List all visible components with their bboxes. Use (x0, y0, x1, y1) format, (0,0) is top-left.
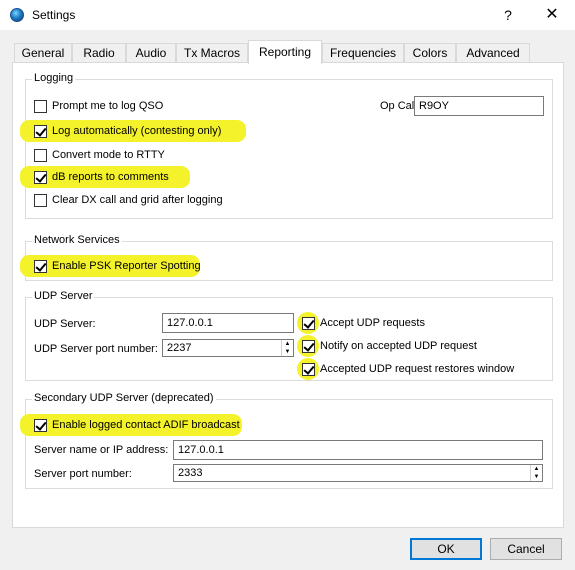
tab-general[interactable]: General (14, 43, 72, 63)
checkbox-box[interactable] (34, 124, 47, 138)
checkbox-label: Prompt me to log QSO (52, 100, 164, 112)
notify-accepted-checkbox[interactable]: Notify on accepted UDP request (302, 338, 477, 354)
udp-port-spinbox[interactable]: 2237 ▲ ▼ (162, 339, 294, 357)
checkbox-label: Enable PSK Reporter Spotting (52, 260, 201, 272)
spin-down-icon[interactable]: ▼ (282, 348, 293, 356)
spin-down-icon[interactable]: ▼ (531, 473, 542, 481)
checkbox-label: Accepted UDP request restores window (320, 363, 515, 375)
app-globe-icon (10, 8, 24, 22)
checkbox-box[interactable] (34, 99, 47, 113)
prompt-log-qso-checkbox[interactable]: Prompt me to log QSO (34, 98, 163, 114)
udp-server-input[interactable]: 127.0.0.1 (162, 313, 294, 333)
tab-colors[interactable]: Colors (404, 43, 456, 63)
restore-window-checkbox[interactable]: Accepted UDP request restores window (302, 361, 514, 377)
secondary-port-spinbox[interactable]: 2333 ▲ ▼ (173, 464, 543, 482)
udp-server-title: UDP Server (32, 290, 95, 302)
tab-tx-macros[interactable]: Tx Macros (176, 43, 248, 63)
close-button[interactable]: ✕ (540, 5, 564, 25)
tab-reporting[interactable]: Reporting (248, 40, 322, 64)
checkbox-box[interactable] (34, 418, 47, 432)
checkbox-box[interactable] (302, 339, 315, 353)
secondary-udp-title: Secondary UDP Server (deprecated) (32, 392, 216, 404)
udp-server-label: UDP Server: (34, 318, 96, 330)
udp-server-group: UDP Server UDP Server: 127.0.0.1 UDP Ser… (25, 290, 553, 381)
tab-audio[interactable]: Audio (126, 43, 176, 63)
checkbox-label: Enable logged contact ADIF broadcast (52, 419, 240, 431)
checkbox-box[interactable] (34, 148, 47, 162)
secondary-server-label: Server name or IP address: (34, 444, 169, 456)
checkbox-box[interactable] (302, 362, 315, 376)
network-services-group: Network Services Enable PSK Reporter Spo… (20, 234, 553, 281)
udp-port-value: 2237 (167, 342, 192, 354)
secondary-server-input[interactable]: 127.0.0.1 (173, 440, 543, 460)
accept-udp-checkbox[interactable]: Accept UDP requests (302, 315, 425, 331)
psk-reporter-checkbox[interactable]: Enable PSK Reporter Spotting (34, 258, 201, 274)
checkbox-label: Clear DX call and grid after logging (52, 194, 223, 206)
tab-radio[interactable]: Radio (72, 43, 126, 63)
clear-dx-checkbox[interactable]: Clear DX call and grid after logging (34, 192, 223, 208)
logging-group-title: Logging (32, 72, 76, 84)
checkbox-label: Log automatically (contesting only) (52, 125, 222, 137)
checkbox-label: Convert mode to RTTY (52, 149, 165, 161)
cancel-button[interactable]: Cancel (490, 538, 562, 560)
checkbox-box[interactable] (34, 193, 47, 207)
checkbox-box[interactable] (34, 170, 47, 184)
log-automatically-checkbox[interactable]: Log automatically (contesting only) (34, 123, 221, 139)
spin-arrows[interactable]: ▲ ▼ (281, 340, 293, 356)
adif-broadcast-checkbox[interactable]: Enable logged contact ADIF broadcast (34, 417, 240, 433)
spin-up-icon[interactable]: ▲ (531, 465, 542, 473)
tab-advanced[interactable]: Advanced (456, 43, 530, 63)
ok-button[interactable]: OK (410, 538, 482, 560)
checkbox-label: Accept UDP requests (320, 317, 425, 329)
window-title: Settings (32, 8, 76, 22)
udp-port-label: UDP Server port number: (34, 343, 158, 355)
secondary-port-label: Server port number: (34, 468, 132, 480)
spin-arrows[interactable]: ▲ ▼ (530, 465, 542, 481)
secondary-port-value: 2333 (178, 467, 203, 479)
checkbox-label: dB reports to comments (52, 171, 169, 183)
help-button[interactable]: ? (498, 5, 518, 25)
checkbox-box[interactable] (34, 259, 47, 273)
reporting-panel: Logging Prompt me to log QSO Log automat… (12, 62, 564, 528)
checkbox-label: Notify on accepted UDP request (320, 340, 477, 352)
convert-rtty-checkbox[interactable]: Convert mode to RTTY (34, 147, 165, 163)
op-call-input[interactable]: R9OY (414, 96, 544, 116)
logging-group: Logging Prompt me to log QSO Log automat… (20, 72, 553, 219)
secondary-udp-group: Secondary UDP Server (deprecated) Enable… (20, 392, 553, 489)
db-reports-checkbox[interactable]: dB reports to comments (34, 169, 169, 185)
checkbox-box[interactable] (302, 316, 315, 330)
spin-up-icon[interactable]: ▲ (282, 340, 293, 348)
tab-frequencies[interactable]: Frequencies (322, 43, 404, 63)
network-services-title: Network Services (32, 234, 122, 246)
title-bar: Settings ? ✕ (0, 0, 575, 30)
tab-bar: General Radio Audio Tx Macros Reporting … (14, 40, 564, 64)
